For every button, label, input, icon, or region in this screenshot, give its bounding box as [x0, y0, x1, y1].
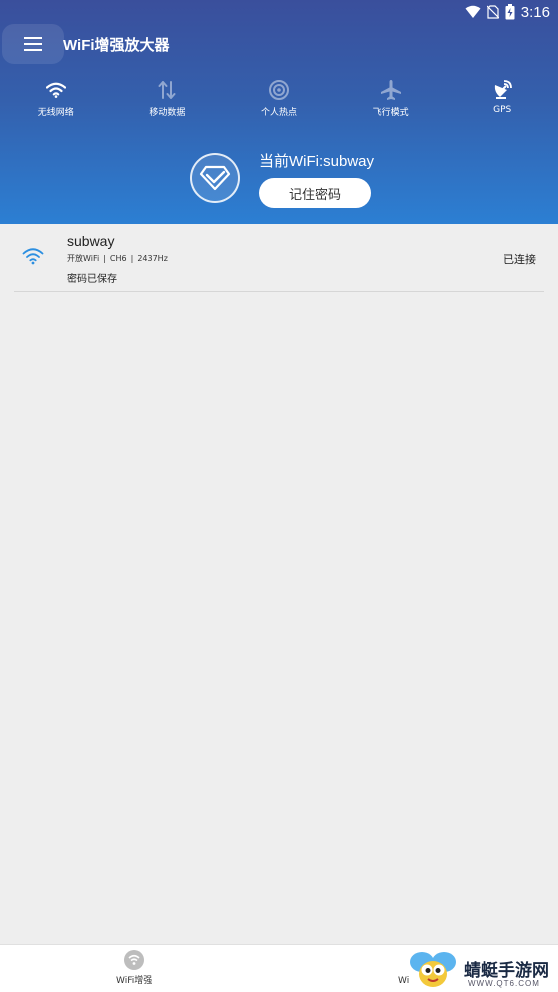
- header: 3:16 WiFi增强放大器 无线网络 移动数据 个人热点 飞行模式 GPS 当…: [0, 0, 558, 224]
- mobile-data-icon: [158, 81, 176, 99]
- divider: |: [130, 254, 134, 263]
- toggle-label: 个人热点: [260, 108, 297, 118]
- current-wifi-label: 当前WiFi:subway: [259, 153, 375, 170]
- network-frequency: 2437Hz: [137, 254, 168, 263]
- wifi-boost-icon: [124, 950, 145, 970]
- battery-charging-icon: [505, 4, 515, 20]
- wifi-signal-icon: [22, 247, 44, 269]
- network-channel: CH6: [109, 254, 127, 263]
- no-sim-icon: [486, 5, 499, 19]
- remember-password-button[interactable]: 记住密码: [259, 178, 371, 208]
- toggle-mobile-data[interactable]: 移动数据: [112, 78, 224, 122]
- nav-label: WiFi增强: [116, 976, 153, 986]
- toggle-label: 飞行模式: [372, 108, 409, 118]
- menu-button[interactable]: [2, 24, 64, 64]
- nav-wifi-boost[interactable]: WiFi增强: [116, 949, 152, 986]
- hotspot-icon: [268, 80, 289, 100]
- connection-status: 已连接: [503, 253, 536, 266]
- wifi-icon: [45, 82, 66, 98]
- divider: |: [103, 254, 106, 263]
- toggle-gps[interactable]: GPS: [446, 78, 558, 122]
- watermark-text: 蜻蜓手游网: [464, 961, 549, 981]
- toggle-label: GPS: [493, 105, 512, 115]
- gps-icon: [495, 80, 513, 99]
- network-details: 开放WiFi | CH6 | 2437Hz: [67, 253, 168, 264]
- shield-check-icon: [199, 165, 231, 191]
- airplane-icon: [380, 80, 401, 100]
- toggle-hotspot[interactable]: 个人热点: [223, 78, 335, 122]
- password-saved-label: 密码已保存: [67, 274, 117, 285]
- clock: 3:16: [520, 3, 550, 21]
- toggle-airplane[interactable]: 飞行模式: [335, 78, 447, 122]
- network-ssid: subway: [67, 233, 115, 249]
- hamburger-icon: [24, 37, 42, 51]
- status-bar: 3:16: [0, 0, 558, 24]
- connection-status-badge: [190, 153, 240, 203]
- toggle-label: 移动数据: [149, 108, 186, 118]
- toggle-wifi[interactable]: 无线网络: [0, 78, 112, 122]
- wifi-signal-icon: [465, 5, 481, 19]
- watermark: 蜻蜓手游网 WWW.QT6.COM: [404, 948, 558, 992]
- list-item[interactable]: subway 开放WiFi | CH6 | 2437Hz 密码已保存 已连接: [14, 230, 544, 292]
- toggle-label: 无线网络: [37, 108, 74, 118]
- app-title: WiFi增强放大器: [63, 37, 170, 54]
- quick-toggle-bar: 无线网络 移动数据 个人热点 飞行模式 GPS: [0, 78, 558, 122]
- dragonfly-logo-icon: [410, 952, 456, 987]
- network-security: 开放WiFi: [67, 254, 100, 263]
- watermark-url: WWW.QT6.COM: [468, 979, 540, 988]
